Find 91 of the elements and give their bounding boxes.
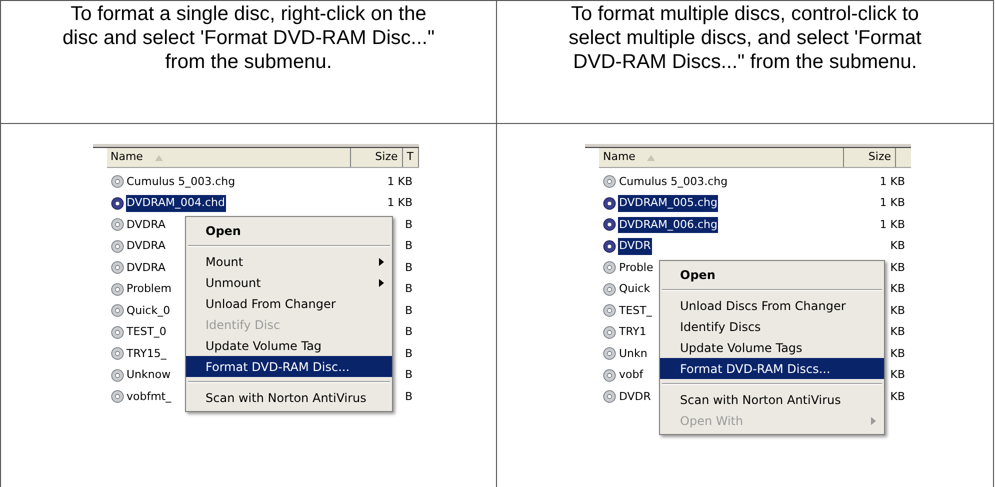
file-size: B [404, 324, 412, 340]
submenu-arrow-icon [378, 278, 384, 286]
instruction-text: To format multiple discs, control-click to select multiple discs, and select 'Format DVD-RAM Discs..." from the submenu. [568, 2, 922, 75]
disc-icon [110, 196, 124, 210]
file-name[interactable]: TEST_ [618, 302, 653, 319]
file-name[interactable]: DVDRA [126, 238, 166, 254]
menu-item[interactable]: Update Volume Tags [660, 337, 884, 358]
file-size: 1 KB [880, 195, 905, 211]
file-name[interactable]: vobfmt_ [126, 388, 172, 405]
menu-item[interactable]: Mount [186, 251, 392, 272]
file-name[interactable]: vobf [618, 367, 644, 384]
file-size: B [404, 388, 412, 404]
file-name[interactable]: Quick_0 [126, 302, 172, 319]
disc-icon [603, 218, 616, 232]
menu-item[interactable]: Format DVD-RAM Disc... [186, 356, 392, 377]
column-header[interactable]: T [402, 148, 418, 167]
file-size: B [404, 281, 412, 297]
disc-icon [110, 218, 124, 232]
menu-item[interactable]: Scan with Norton AntiVirus [186, 387, 392, 408]
column-header[interactable]: Size [350, 148, 403, 167]
submenu-arrow-icon [378, 258, 384, 266]
file-size: KB [890, 324, 905, 340]
disc-icon [110, 175, 124, 188]
file-size: 1 KB [880, 174, 905, 190]
file-name[interactable]: DVDRA [126, 216, 166, 233]
disc-icon [603, 196, 616, 210]
file-size: B [404, 302, 412, 318]
disc-icon [110, 326, 124, 339]
file-name[interactable]: Problem [126, 281, 172, 298]
file-size: KB [890, 367, 905, 383]
file-name[interactable]: Proble [618, 260, 654, 276]
file-size: B [404, 238, 412, 254]
file-size: B [404, 367, 412, 383]
column-header[interactable]: Size [844, 148, 896, 167]
file-name[interactable]: DVDR [618, 238, 652, 254]
file-size: 1 KB [387, 195, 412, 211]
file-name[interactable]: TEST_0 [126, 324, 168, 340]
file-size: 1 KB [880, 216, 905, 232]
file-name[interactable]: Unkn [618, 346, 648, 362]
menu-item[interactable]: Open [186, 220, 392, 241]
disc-icon [603, 304, 616, 318]
file-name[interactable]: DVDRAM_006.chg [618, 216, 718, 233]
disc-icon [110, 368, 124, 382]
file-name[interactable]: Quick [618, 281, 652, 298]
menu-item[interactable]: Unmount [186, 272, 392, 293]
disc-icon [110, 240, 124, 253]
file-name[interactable]: DVDRAM_004.chd [126, 195, 226, 212]
file-name[interactable]: Unknow [126, 367, 172, 384]
menu-item[interactable]: Update Volume Tag [186, 335, 392, 356]
file-name[interactable]: Cumulus 5_003.chg [126, 174, 236, 190]
menu-item[interactable]: Format DVD-RAM Discs... [660, 358, 884, 379]
disc-icon [110, 304, 124, 318]
file-size: KB [890, 281, 905, 297]
disc-icon [603, 326, 616, 339]
disc-icon [110, 347, 124, 360]
menu-item[interactable]: Identify Discs [660, 316, 884, 337]
file-size: KB [890, 260, 905, 276]
sort-arrow-icon [647, 154, 656, 160]
file-size: KB [890, 302, 905, 318]
file-name[interactable]: TRY15_ [126, 346, 168, 362]
file-size: KB [890, 388, 905, 404]
menu-item[interactable]: Open [660, 264, 884, 285]
disc-icon [603, 261, 616, 274]
file-size: KB [890, 238, 905, 254]
menu-item[interactable]: Unload From Changer [186, 293, 392, 314]
disc-icon [110, 390, 124, 404]
disc-icon [603, 175, 616, 188]
disc-icon [603, 282, 616, 296]
file-size: 1 KB [387, 174, 412, 190]
disc-icon [603, 390, 616, 404]
file-name[interactable]: DVDRA [126, 260, 166, 276]
disc-icon [603, 347, 616, 360]
submenu-arrow-icon [871, 416, 876, 424]
disc-icon [110, 261, 124, 274]
file-size: B [404, 346, 412, 362]
instruction-text: To format a single disc, right-click on the disc and select 'Format DVD-RAM Disc..." from the submenu. [61, 2, 436, 75]
file-name[interactable]: TRY1 [618, 324, 648, 340]
sort-arrow-icon [154, 154, 163, 160]
disc-icon [603, 368, 616, 382]
file-name[interactable]: Cumulus 5_003.chg [618, 174, 729, 190]
file-name[interactable]: DVDRAM_005.chg [618, 195, 718, 212]
file-name[interactable]: DVDR [618, 388, 652, 405]
menu-item[interactable]: Scan with Norton AntiVirus [660, 389, 884, 410]
disc-icon [603, 240, 616, 253]
column-header[interactable]: Name [599, 148, 844, 167]
menu-item[interactable]: Unload Discs From Changer [660, 295, 884, 316]
file-size: KB [890, 346, 905, 362]
column-header[interactable]: Name [106, 148, 351, 167]
disc-icon [110, 282, 124, 296]
file-size: B [404, 216, 412, 232]
file-size: B [404, 260, 412, 276]
